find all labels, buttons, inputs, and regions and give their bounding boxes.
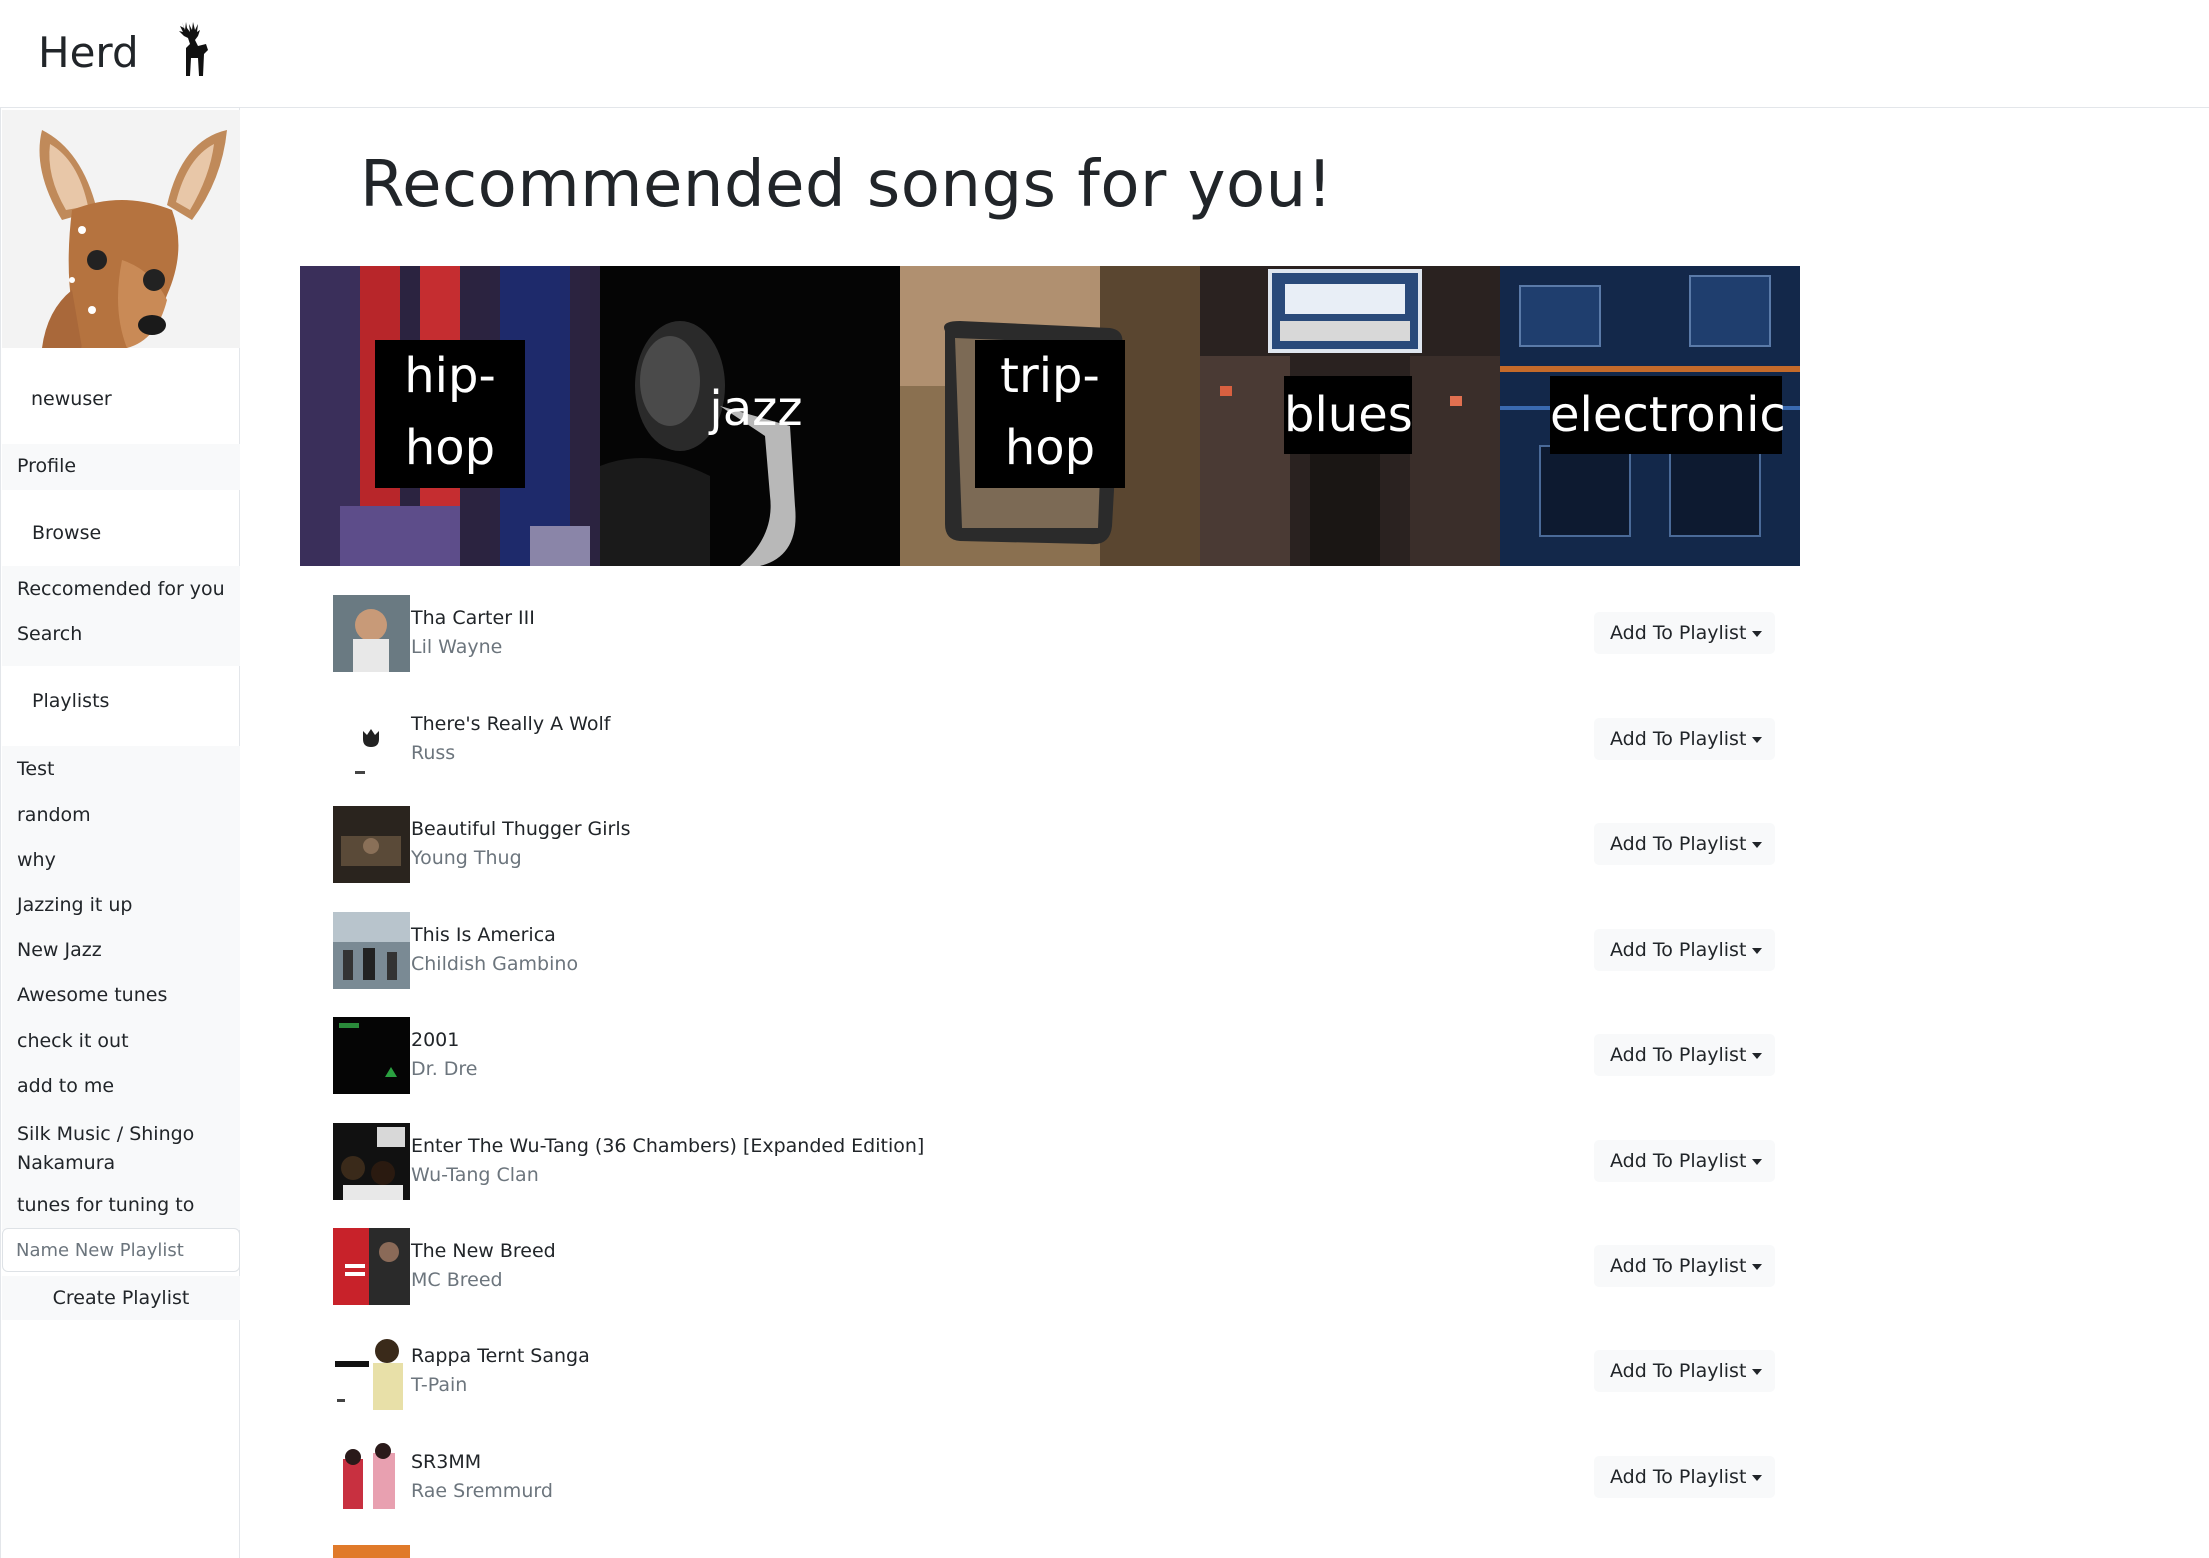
song-row: This Is America Childish Gambino Add To …	[333, 910, 1783, 989]
song-artist[interactable]: T-Pain	[411, 1374, 467, 1396]
song-title[interactable]: SR3MM	[411, 1451, 481, 1473]
playlists-menu: Test random why Jazzing it up New Jazz A…	[2, 746, 240, 1230]
add-to-playlist-button[interactable]: Add To Playlist	[1594, 929, 1775, 971]
genre-label: blues	[1284, 376, 1413, 454]
playlist-item[interactable]: random	[17, 804, 91, 826]
song-title[interactable]: 2001	[411, 1029, 459, 1051]
song-row: Rappa Ternt Sanga T-Pain Add To Playlist	[333, 1331, 1783, 1410]
song-artist[interactable]: Dr. Dre	[411, 1058, 478, 1080]
browse-heading: Browse	[32, 522, 102, 544]
song-artist[interactable]: Childish Gambino	[411, 953, 578, 975]
playlist-item[interactable]: Test	[17, 758, 54, 780]
playlist-item[interactable]: tunes for tuning to	[17, 1194, 194, 1216]
add-to-playlist-button[interactable]: Add To Playlist	[1594, 718, 1775, 760]
album-cover[interactable]	[333, 1228, 410, 1305]
album-cover[interactable]	[333, 1439, 410, 1516]
sidebar: newuser Profile Browse Reccomended for y…	[0, 108, 240, 1558]
new-playlist-input[interactable]	[2, 1228, 240, 1272]
genre-label: trip-hop	[975, 340, 1125, 488]
playlists-heading: Playlists	[32, 690, 110, 712]
avatar[interactable]	[2, 110, 240, 348]
song-artist[interactable]: Russ	[411, 742, 455, 764]
genre-label: jazz	[709, 381, 803, 437]
album-cover[interactable]	[333, 701, 410, 778]
genre-tile-jazz[interactable]: jazz	[600, 266, 900, 566]
song-artist[interactable]: Lil Wayne	[411, 636, 502, 658]
playlist-item[interactable]: check it out	[17, 1030, 129, 1052]
song-artist[interactable]: Wu-Tang Clan	[411, 1164, 539, 1186]
genre-tile-trip-hop[interactable]: trip-hop	[900, 266, 1200, 566]
sidebar-item-recommended[interactable]: Reccomended for you	[17, 578, 225, 600]
caret-down-icon	[1752, 1052, 1763, 1059]
sidebar-item-label: Profile	[17, 455, 77, 477]
album-cover[interactable]	[333, 912, 410, 989]
song-row: SR3MM Rae Sremmurd Add To Playlist	[333, 1437, 1783, 1516]
caret-down-icon	[1752, 1158, 1763, 1165]
album-cover[interactable]	[333, 1017, 410, 1094]
song-row: Tha Carter III Lil Wayne Add To Playlist	[333, 593, 1783, 672]
album-cover[interactable]	[333, 1333, 410, 1410]
song-row: Beautiful Thugger Girls Young Thug Add T…	[333, 804, 1783, 883]
sidebar-item-search[interactable]: Search	[17, 623, 82, 645]
playlist-item[interactable]: Jazzing it up	[17, 894, 132, 916]
song-row: There's Really A Wolf Russ Add To Playli…	[333, 699, 1783, 778]
playlist-item[interactable]: why	[17, 849, 56, 871]
song-title[interactable]: There's Really A Wolf	[411, 713, 610, 735]
browse-menu: Reccomended for you Search	[2, 566, 240, 666]
genre-tile-blues[interactable]: blues	[1200, 266, 1500, 566]
song-row: Enter The Wu-Tang (36 Chambers) [Expande…	[333, 1121, 1783, 1200]
song-title[interactable]: The New Breed	[411, 1240, 556, 1262]
add-to-playlist-button[interactable]: Add To Playlist	[1594, 1245, 1775, 1287]
add-to-playlist-button[interactable]: Add To Playlist	[1594, 1350, 1775, 1392]
song-row: The New Breed MC Breed Add To Playlist	[333, 1226, 1783, 1305]
song-title[interactable]: Rappa Ternt Sanga	[411, 1345, 590, 1367]
add-to-playlist-button[interactable]: Add To Playlist	[1594, 1034, 1775, 1076]
create-playlist-button[interactable]: Create Playlist	[2, 1276, 240, 1320]
sidebar-item-profile[interactable]: Profile	[2, 444, 240, 490]
brand-name[interactable]: Herd	[38, 28, 139, 77]
song-title[interactable]: This Is America	[411, 924, 556, 946]
fawn-avatar	[2, 110, 240, 348]
page-title: Recommended songs for you!	[360, 148, 1333, 222]
caret-down-icon	[1752, 1474, 1763, 1481]
song-artist[interactable]: MC Breed	[411, 1269, 503, 1291]
caret-down-icon	[1752, 1368, 1763, 1375]
album-cover[interactable]	[333, 1123, 410, 1200]
add-to-playlist-button[interactable]: Add To Playlist	[1594, 612, 1775, 654]
caret-down-icon	[1752, 947, 1763, 954]
username-label: newuser	[31, 388, 112, 410]
caret-down-icon	[1752, 736, 1763, 743]
playlist-item[interactable]: Silk Music / Shingo Nakamura	[17, 1120, 217, 1178]
add-to-playlist-button[interactable]: Add To Playlist	[1594, 1456, 1775, 1498]
genre-label: electronic	[1550, 376, 1786, 454]
caret-down-icon	[1752, 841, 1763, 848]
genre-tile-electronic[interactable]: electronic	[1500, 266, 1800, 566]
song-title[interactable]: Beautiful Thugger Girls	[411, 818, 631, 840]
album-cover[interactable]	[333, 1545, 410, 1558]
genre-banner: hip-hop jazz trip-hop blues electronic	[300, 266, 1800, 566]
deer-icon[interactable]	[168, 18, 216, 80]
playlist-item[interactable]: Awesome tunes	[17, 984, 167, 1006]
caret-down-icon	[1752, 1263, 1763, 1270]
top-navbar: Herd	[0, 0, 2209, 108]
add-to-playlist-button[interactable]: Add To Playlist	[1594, 823, 1775, 865]
song-artist[interactable]: Young Thug	[411, 847, 522, 869]
song-row: 2001 Dr. Dre Add To Playlist	[333, 1015, 1783, 1094]
song-title[interactable]: Enter The Wu-Tang (36 Chambers) [Expande…	[411, 1135, 924, 1157]
genre-tile-hip-hop[interactable]: hip-hop	[300, 266, 600, 566]
song-artist[interactable]: Rae Sremmurd	[411, 1480, 553, 1502]
album-cover[interactable]	[333, 806, 410, 883]
caret-down-icon	[1752, 630, 1763, 637]
add-to-playlist-button[interactable]: Add To Playlist	[1594, 1140, 1775, 1182]
song-title[interactable]: Tha Carter III	[411, 607, 535, 629]
playlist-item[interactable]: New Jazz	[17, 939, 102, 961]
genre-label: hip-hop	[375, 340, 525, 488]
album-cover[interactable]	[333, 595, 410, 672]
playlist-item[interactable]: add to me	[17, 1075, 114, 1097]
